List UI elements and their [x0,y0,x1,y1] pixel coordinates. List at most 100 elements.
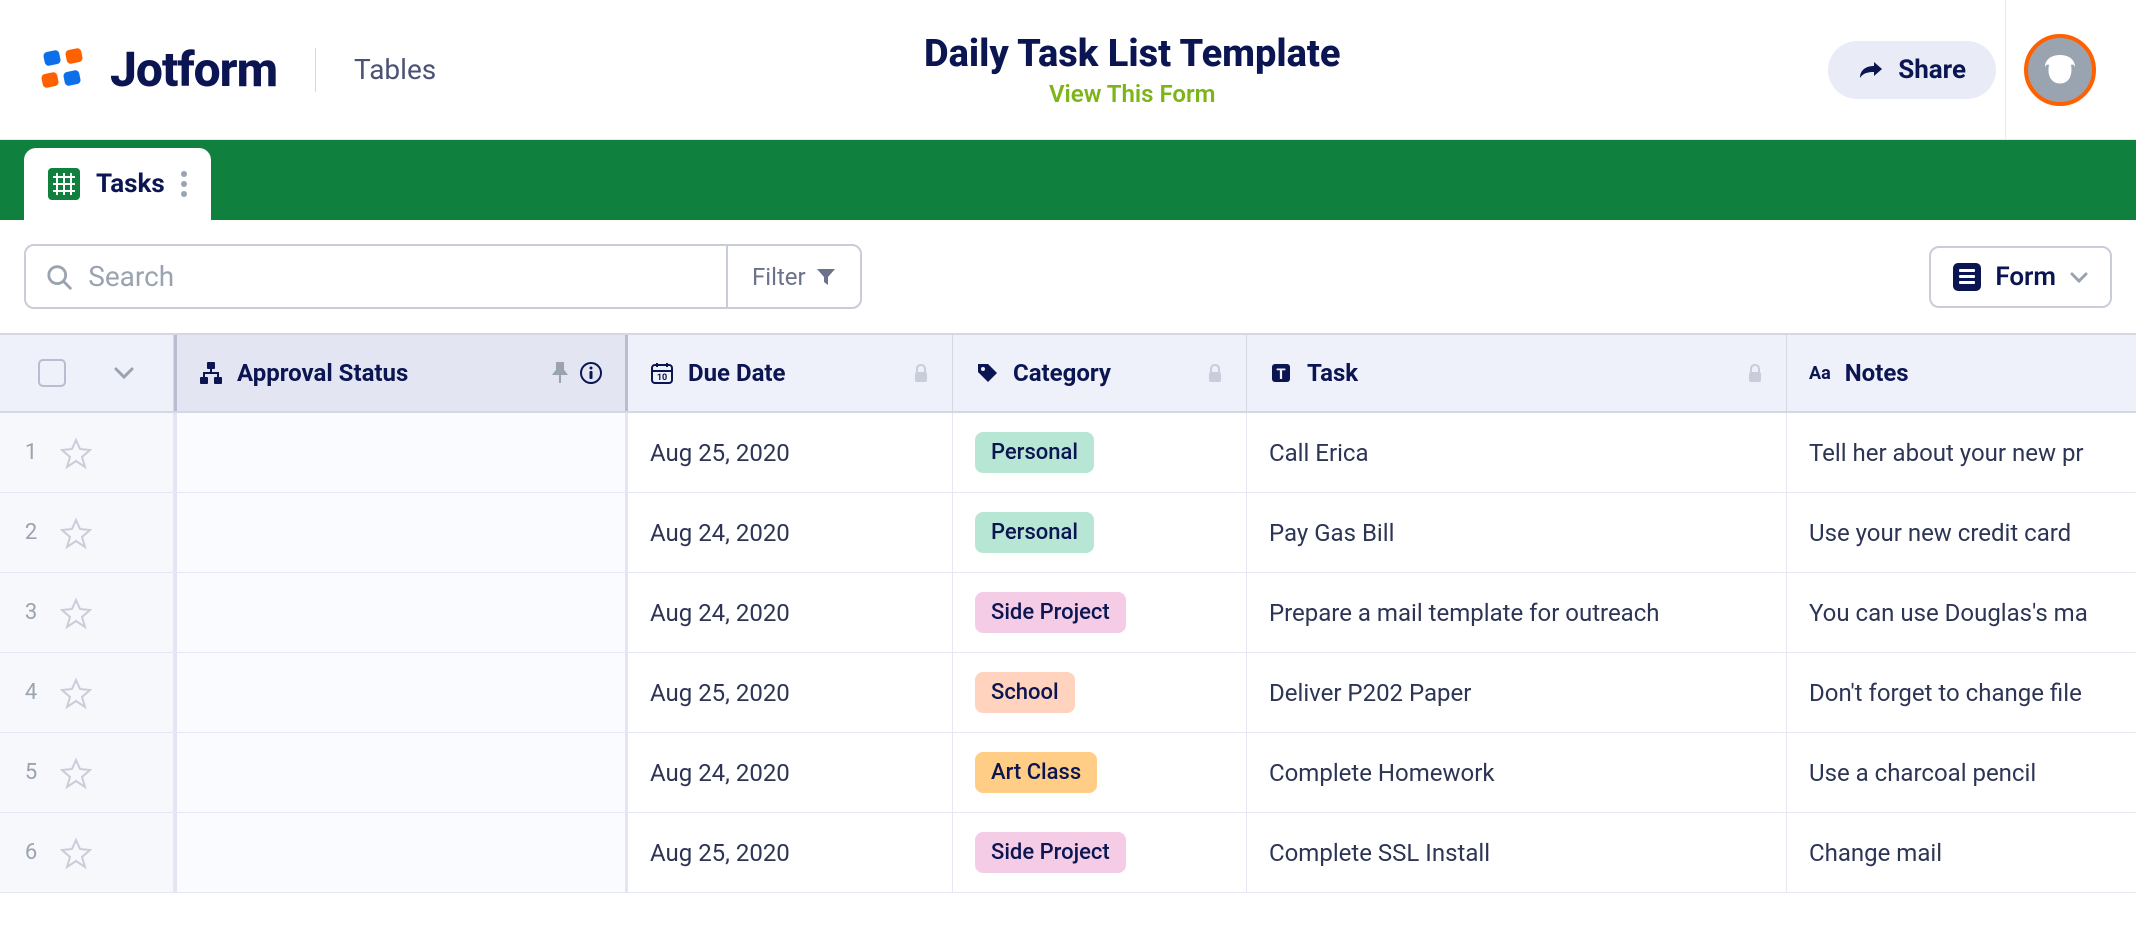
cell-task[interactable]: Pay Gas Bill [1247,493,1787,572]
calendar-icon: 10 [650,361,674,385]
filter-label: Filter [752,263,806,291]
select-all-checkbox[interactable] [38,359,66,387]
table-row[interactable]: 6 Aug 25, 2020 Side Project Complete SSL In… [0,813,2136,893]
table: Approval Status 10 Due Date Category T T… [0,333,2136,893]
logo-icon [40,45,90,95]
cell-approval[interactable] [174,413,628,492]
star-icon[interactable] [60,517,92,549]
cell-due-date[interactable]: Aug 25, 2020 [628,813,953,892]
row-select: 6 [0,813,174,892]
category-pill: School [975,672,1075,713]
brand-name: Jotform [110,41,277,98]
star-icon[interactable] [60,837,92,869]
cell-due-date[interactable]: Aug 24, 2020 [628,733,953,812]
table-row[interactable]: 5 Aug 24, 2020 Art Class Complete HomeworkU… [0,733,2136,813]
cell-due-date[interactable]: Aug 24, 2020 [628,493,953,572]
table-row[interactable]: 2 Aug 24, 2020 Personal Pay Gas BillUse you… [0,493,2136,573]
column-label: Notes [1845,359,1909,387]
cell-category[interactable]: School [953,653,1247,732]
form-view-button[interactable]: Form [1929,246,2112,308]
divider [2005,0,2006,140]
cell-approval[interactable] [174,573,628,652]
filter-button[interactable]: Filter [726,246,860,307]
table-row[interactable]: 1Aug 25, 2020PersonalCall EricaTell her … [0,413,2136,493]
title-area: Daily Task List Template View This Form [436,32,1828,108]
header-actions: Share [1828,34,2096,106]
category-pill: Personal [975,512,1094,553]
avatar-icon [2035,45,2085,95]
table-body: 1Aug 25, 2020PersonalCall EricaTell her … [0,413,2136,893]
cell-notes[interactable]: Don't forget to change file [1787,653,2136,732]
tab-label: Tasks [96,169,165,199]
table-header: Approval Status 10 Due Date Category T T… [0,335,2136,413]
avatar[interactable] [2024,34,2096,106]
cell-category[interactable]: Personal [953,413,1247,492]
column-due-date[interactable]: 10 Due Date [628,335,953,411]
hierarchy-icon [199,361,223,385]
tab-tasks[interactable]: Tasks [24,148,211,220]
share-button[interactable]: Share [1828,41,1996,99]
category-pill: Personal [975,432,1094,473]
chevron-down-icon[interactable] [113,366,135,380]
tab-menu-icon[interactable] [181,171,187,197]
toolbar: Filter Form [0,220,2136,333]
logo-area: Jotform Tables [40,41,436,98]
column-task[interactable]: T Task [1247,335,1787,411]
cell-task[interactable]: Complete SSL Install [1247,813,1787,892]
cell-approval[interactable] [174,733,628,812]
star-icon[interactable] [60,597,92,629]
cell-category[interactable]: Personal [953,493,1247,572]
column-label: Task [1307,359,1358,387]
category-pill: Art Class [975,752,1097,793]
cell-due-date[interactable]: Aug 25, 2020 [628,413,953,492]
column-select [0,335,174,411]
column-label: Approval Status [237,359,408,387]
cell-notes[interactable]: Change mail [1787,813,2136,892]
cell-task[interactable]: Complete Homework [1247,733,1787,812]
form-label: Form [1995,262,2056,292]
column-category[interactable]: Category [953,335,1247,411]
text-type-icon: Aa [1809,363,1831,384]
cell-due-date[interactable]: Aug 24, 2020 [628,573,953,652]
row-select: 3 [0,573,174,652]
star-icon[interactable] [60,677,92,709]
cell-notes[interactable]: Tell her about your new pr [1787,413,2136,492]
row-select: 5 [0,733,174,812]
row-number: 5 [22,760,40,785]
table-row[interactable]: 4Aug 25, 2020SchoolDeliver P202 PaperDon… [0,653,2136,733]
cell-approval[interactable] [174,493,628,572]
table-row[interactable]: 3 Aug 24, 2020 Side Project Prepare a mail … [0,573,2136,653]
star-icon[interactable] [60,757,92,789]
share-icon [1858,60,1884,80]
cell-category[interactable]: Side Project [953,813,1247,892]
cell-notes[interactable]: Use a charcoal pencil [1787,733,2136,812]
cell-notes[interactable]: You can use Douglas's ma [1787,573,2136,652]
row-number: 2 [22,520,40,545]
cell-due-date[interactable]: Aug 25, 2020 [628,653,953,732]
star-icon[interactable] [60,437,92,469]
svg-text:T: T [1276,365,1285,383]
search-input[interactable] [88,260,706,293]
row-select: 2 [0,493,174,572]
cell-category[interactable]: Art Class [953,733,1247,812]
cell-task[interactable]: Call Erica [1247,413,1787,492]
category-pill: Side Project [975,832,1126,873]
cell-task[interactable]: Prepare a mail template for outreach [1247,573,1787,652]
divider [315,48,316,92]
category-pill: Side Project [975,592,1126,633]
row-number: 6 [22,840,40,865]
info-icon [579,361,603,385]
tabs-bar: Tasks [0,140,2136,220]
cell-category[interactable]: Side Project [953,573,1247,652]
cell-approval[interactable] [174,813,628,892]
view-form-link[interactable]: View This Form [1049,80,1216,108]
search-icon [46,263,72,291]
pin-icon [551,362,569,384]
cell-notes[interactable]: Use your new credit card [1787,493,2136,572]
column-approval-status[interactable]: Approval Status [174,335,628,411]
list-icon [1953,263,1981,291]
column-label: Category [1013,359,1111,387]
cell-approval[interactable] [174,653,628,732]
column-notes[interactable]: Aa Notes [1787,335,2136,411]
cell-task[interactable]: Deliver P202 Paper [1247,653,1787,732]
